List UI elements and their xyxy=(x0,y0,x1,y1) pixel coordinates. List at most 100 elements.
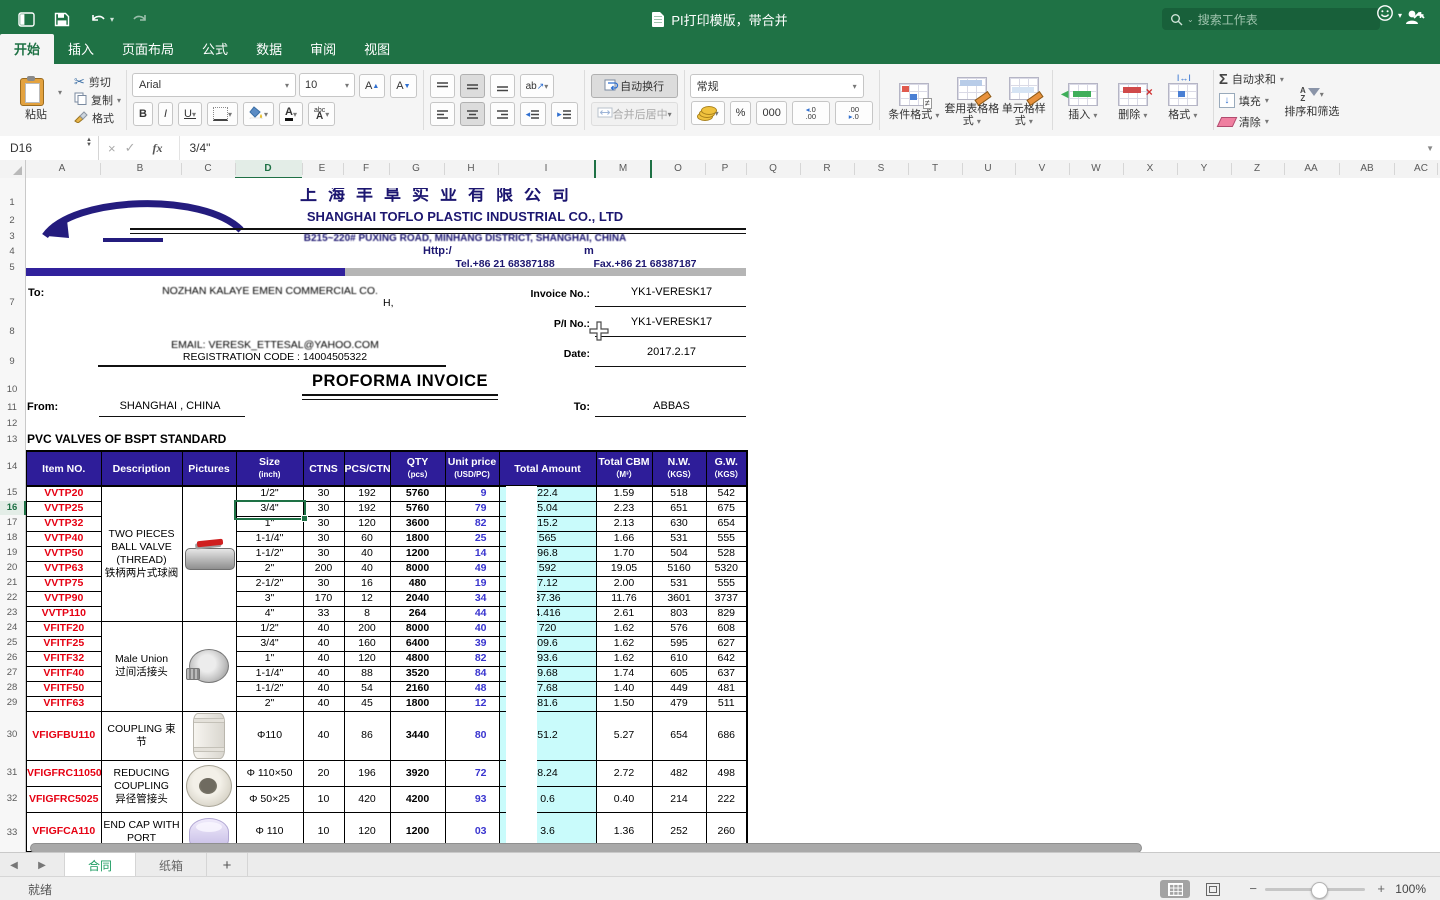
cell-gw[interactable]: 829 xyxy=(706,606,747,621)
cell-total-cbm[interactable]: 2.72 xyxy=(596,760,652,786)
cell-qty[interactable]: 5760 xyxy=(390,486,445,501)
cell-description[interactable]: COUPLING 束节 xyxy=(101,711,182,760)
cell-qty[interactable]: 264 xyxy=(390,606,445,621)
cell-nw[interactable]: 595 xyxy=(652,636,706,651)
cell-ctns[interactable]: 40 xyxy=(303,621,344,636)
row-header-5[interactable]: 5 xyxy=(0,261,24,275)
cell-ctns[interactable]: 40 xyxy=(303,651,344,666)
cell-unit-price[interactable]: 14 xyxy=(445,546,499,561)
zoom-out-button[interactable]: − xyxy=(1249,881,1257,896)
cell-ctns[interactable]: 30 xyxy=(303,486,344,501)
cell-gw[interactable]: 608 xyxy=(706,621,747,636)
cell-ctns[interactable]: 40 xyxy=(303,666,344,681)
cell-nw[interactable]: 605 xyxy=(652,666,706,681)
align-left-button[interactable] xyxy=(430,102,455,126)
confirm-entry-icon[interactable]: ✓ xyxy=(125,140,136,156)
add-sheet-button[interactable]: + xyxy=(207,853,248,877)
cell-qty[interactable]: 4800 xyxy=(390,651,445,666)
row-header-15[interactable]: 15 xyxy=(0,486,24,500)
cell-pcs-ctn[interactable]: 196 xyxy=(344,760,390,786)
row-header-33[interactable]: 33 xyxy=(0,826,24,840)
horizontal-scrollbar[interactable] xyxy=(30,843,1142,852)
borders-button[interactable]: ▾ xyxy=(207,102,238,126)
cell-ctns[interactable]: 40 xyxy=(303,636,344,651)
increase-indent-button[interactable]: ▸ xyxy=(551,102,578,126)
clear-button[interactable]: 清除▾ xyxy=(1219,114,1284,130)
cell-item-no[interactable]: VVTP63 xyxy=(26,561,101,576)
cell-qty[interactable]: 1200 xyxy=(390,546,445,561)
row-header-23[interactable]: 23 xyxy=(0,606,24,620)
cell-ctns[interactable]: 10 xyxy=(303,786,344,812)
cell-total-cbm[interactable]: 1.62 xyxy=(596,651,652,666)
cell-size[interactable]: 2-1/2" xyxy=(236,576,303,591)
row-header-30[interactable]: 30 xyxy=(0,728,24,742)
cell-ctns[interactable]: 20 xyxy=(303,760,344,786)
cell-pcs-ctn[interactable]: 192 xyxy=(344,501,390,516)
cell-qty[interactable]: 1800 xyxy=(390,531,445,546)
cell-qty[interactable]: 3520 xyxy=(390,666,445,681)
increase-font-button[interactable]: A▲ xyxy=(359,74,385,98)
cell-ctns[interactable]: 30 xyxy=(303,516,344,531)
cell-styles-button[interactable]: 单元格样式 ▾ xyxy=(1001,73,1047,128)
sheet-tab-合同[interactable]: 合同 xyxy=(64,853,136,877)
format-painter-button[interactable]: 格式 xyxy=(74,110,121,126)
copy-button[interactable]: 复制▾ xyxy=(74,92,121,108)
row-header-19[interactable]: 19 xyxy=(0,546,24,560)
search-input[interactable]: ⌄ 搜索工作表 xyxy=(1162,8,1380,30)
cell-size[interactable]: Φ 50×25 xyxy=(236,786,303,812)
merge-center-button[interactable]: 合并后居中▾ xyxy=(591,102,678,126)
cell-qty[interactable]: 5760 xyxy=(390,501,445,516)
sort-filter-button[interactable]: AZ ▾ 排序和筛选 xyxy=(1284,83,1340,118)
cell-item-no[interactable]: VVTP20 xyxy=(26,486,101,501)
cell-total-cbm[interactable]: 0.40 xyxy=(596,786,652,812)
row-header-9[interactable]: 9 xyxy=(0,355,24,369)
cell-qty[interactable]: 3600 xyxy=(390,516,445,531)
font-name-select[interactable]: Arial▾ xyxy=(132,73,296,97)
cell-qty[interactable]: 3440 xyxy=(390,711,445,760)
bold-button[interactable]: B xyxy=(133,102,153,126)
cell-total-cbm[interactable]: 2.23 xyxy=(596,501,652,516)
ribbon-tab-公式[interactable]: 公式 xyxy=(188,34,242,64)
cell-nw[interactable]: 5160 xyxy=(652,561,706,576)
column-header-T[interactable]: T xyxy=(920,160,950,178)
ribbon-tab-视图[interactable]: 视图 xyxy=(350,34,404,64)
cell-pcs-ctn[interactable]: 12 xyxy=(344,591,390,606)
formula-input[interactable]: 3/4" xyxy=(179,136,211,160)
cell-total-cbm[interactable]: 5.27 xyxy=(596,711,652,760)
cell-item-no[interactable]: VFITF20 xyxy=(26,621,101,636)
cell-total-cbm[interactable]: 2.13 xyxy=(596,516,652,531)
format-as-table-button[interactable]: 套用表格格式 ▾ xyxy=(943,73,1001,128)
cell-pcs-ctn[interactable]: 200 xyxy=(344,621,390,636)
cell-pcs-ctn[interactable]: 88 xyxy=(344,666,390,681)
column-header-Z[interactable]: Z xyxy=(1242,160,1272,178)
cell-item-no[interactable]: VFITF63 xyxy=(26,696,101,711)
cell-nw[interactable]: 449 xyxy=(652,681,706,696)
fill-button[interactable]: ↓填充▾ xyxy=(1219,93,1284,109)
row-header-28[interactable]: 28 xyxy=(0,681,24,695)
cell-gw[interactable]: 542 xyxy=(706,486,747,501)
cell-ctns[interactable]: 30 xyxy=(303,576,344,591)
row-header-3[interactable]: 3 xyxy=(0,230,24,244)
cell-ctns[interactable]: 170 xyxy=(303,591,344,606)
redo-icon[interactable] xyxy=(130,9,150,29)
cell-gw[interactable]: 654 xyxy=(706,516,747,531)
cell-item-no[interactable]: VFITF25 xyxy=(26,636,101,651)
currency-button[interactable]: ▾ xyxy=(691,101,725,125)
cell-size[interactable]: 1/2" xyxy=(236,621,303,636)
cell-gw[interactable]: 686 xyxy=(706,711,747,760)
cell-gw[interactable]: 627 xyxy=(706,636,747,651)
feedback-smiley-icon[interactable] xyxy=(1376,4,1394,27)
percent-button[interactable]: % xyxy=(730,101,752,125)
cell-gw[interactable]: 555 xyxy=(706,531,747,546)
column-header-I[interactable]: I xyxy=(531,160,561,178)
cell-size[interactable]: Φ 110×50 xyxy=(236,760,303,786)
align-bottom-button[interactable] xyxy=(490,74,515,98)
row-header-14[interactable]: 14 xyxy=(0,460,24,474)
cell-nw[interactable]: 479 xyxy=(652,696,706,711)
column-header-P[interactable]: P xyxy=(710,160,740,178)
cell-ctns[interactable]: 40 xyxy=(303,711,344,760)
cut-button[interactable]: ✂剪切 xyxy=(74,74,121,90)
cell-unit-price[interactable]: 12 xyxy=(445,696,499,711)
cell-gw[interactable]: 481 xyxy=(706,681,747,696)
row-header-20[interactable]: 20 xyxy=(0,561,24,575)
